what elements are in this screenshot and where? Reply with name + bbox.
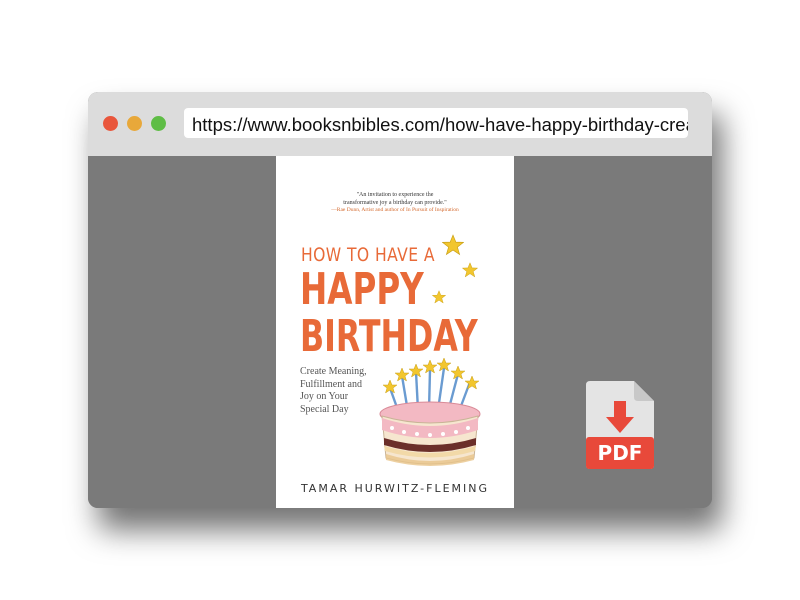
- pdf-label: PDF: [598, 441, 643, 465]
- blurb-line-2: transformative joy a birthday can provid…: [343, 199, 447, 206]
- book-cover[interactable]: "An invitation to experience the transfo…: [276, 156, 514, 508]
- title-bar: https://www.booksnbibles.com/how-have-ha…: [88, 92, 712, 156]
- star-icon: [442, 234, 464, 256]
- star-icon: [462, 262, 478, 278]
- book-title-line-2: HAPPY: [300, 264, 424, 315]
- book-title-line-1: HOW TO HAVE A: [301, 244, 435, 266]
- book-author: TAMAR HURWITZ-FLEMING: [300, 482, 490, 495]
- star-icon: [432, 290, 446, 304]
- cover-blurb: "An invitation to experience the transfo…: [276, 192, 514, 215]
- cake-illustration: [379, 357, 481, 466]
- browser-window: https://www.booksnbibles.com/how-have-ha…: [88, 92, 712, 508]
- address-bar[interactable]: https://www.booksnbibles.com/how-have-ha…: [184, 108, 688, 138]
- blurb-attribution: —Rae Dunn, Artist and author of In Pursu…: [331, 207, 459, 213]
- pdf-download-icon[interactable]: PDF: [586, 381, 654, 469]
- minimize-window-button[interactable]: [127, 116, 142, 131]
- blurb-line-1: "An invitation to experience the: [356, 192, 434, 198]
- maximize-window-button[interactable]: [151, 116, 166, 131]
- close-window-button[interactable]: [103, 116, 118, 131]
- page-content: "An invitation to experience the transfo…: [88, 156, 712, 508]
- url-text: https://www.booksnbibles.com/how-have-ha…: [192, 114, 688, 135]
